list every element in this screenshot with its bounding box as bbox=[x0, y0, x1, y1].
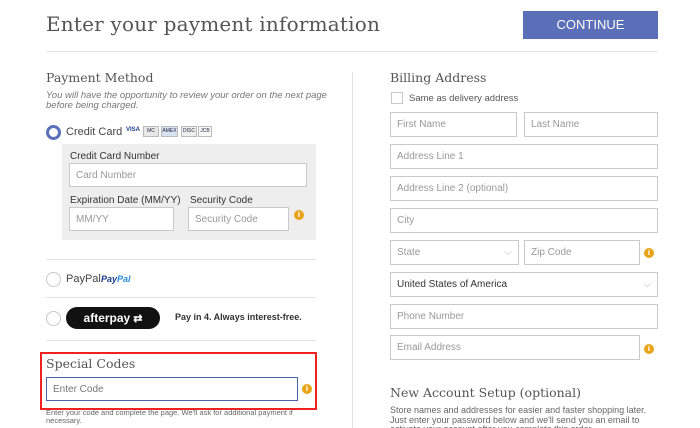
mastercard-icon: MC bbox=[143, 126, 159, 137]
credit-card-radio[interactable] bbox=[46, 125, 61, 140]
afterpay-logo-icon: afterpay ⇄ bbox=[66, 307, 160, 329]
city-input[interactable]: City bbox=[390, 208, 658, 233]
email-input[interactable]: Email Address bbox=[390, 335, 640, 360]
phone-input[interactable]: Phone Number bbox=[390, 304, 658, 329]
billing-address-title: Billing Address bbox=[390, 70, 487, 85]
chevron-down-icon: ⌵ bbox=[504, 247, 512, 258]
new-account-title: New Account Setup (optional) bbox=[390, 385, 581, 400]
zip-info-icon[interactable]: i bbox=[644, 248, 654, 258]
state-select-value: State bbox=[397, 247, 421, 258]
continue-button[interactable]: CONTINUE bbox=[523, 11, 658, 39]
paypal-label: PayPal bbox=[66, 273, 101, 285]
card-number-input[interactable]: Card Number bbox=[69, 163, 307, 187]
zip-code-input[interactable]: Zip Code bbox=[524, 240, 640, 265]
afterpay-arrow-icon: ⇄ bbox=[133, 312, 143, 325]
column-divider bbox=[352, 72, 353, 428]
amex-icon: AMEX bbox=[161, 126, 178, 137]
header-divider bbox=[46, 51, 658, 52]
email-info-icon[interactable]: i bbox=[644, 344, 654, 354]
same-as-delivery-checkbox[interactable] bbox=[391, 92, 403, 104]
divider bbox=[46, 297, 316, 298]
country-select[interactable]: United States of America ⌵ bbox=[390, 272, 658, 297]
paypal-logo-icon: PayPal bbox=[101, 274, 131, 284]
divider bbox=[46, 259, 316, 260]
special-codes-title: Special Codes bbox=[46, 356, 136, 371]
credit-card-label: Credit Card bbox=[66, 126, 123, 138]
security-code-input[interactable]: Security Code bbox=[188, 207, 289, 231]
special-code-info-icon[interactable]: i bbox=[302, 384, 312, 394]
same-as-delivery-label: Same as delivery address bbox=[409, 93, 519, 104]
first-name-input[interactable]: First Name bbox=[390, 112, 517, 137]
special-codes-note: Enter your code and complete the page. W… bbox=[46, 408, 293, 425]
card-number-label: Credit Card Number bbox=[70, 151, 160, 162]
state-select[interactable]: State ⌵ bbox=[390, 240, 519, 265]
last-name-input[interactable]: Last Name bbox=[524, 112, 658, 137]
special-code-input[interactable]: Enter Code bbox=[46, 377, 298, 401]
expiration-input[interactable]: MM/YY bbox=[69, 207, 174, 231]
afterpay-logo-text: afterpay bbox=[83, 311, 131, 325]
security-code-info-icon[interactable]: i bbox=[294, 210, 304, 220]
new-account-note: Store names and addresses for easier and… bbox=[390, 405, 647, 428]
discover-icon: DISC bbox=[181, 126, 197, 137]
afterpay-text: Pay in 4. Always interest-free. bbox=[175, 312, 302, 322]
jcb-icon: JCB bbox=[198, 126, 212, 137]
divider bbox=[46, 340, 316, 341]
page-title: Enter your payment information bbox=[46, 12, 381, 36]
paypal-logo-a: Pay bbox=[101, 274, 118, 284]
visa-icon: VISA bbox=[125, 127, 140, 133]
payment-method-note: You will have the opportunity to review … bbox=[46, 90, 327, 111]
paypal-radio[interactable] bbox=[46, 272, 61, 287]
afterpay-radio[interactable] bbox=[46, 311, 61, 326]
chevron-down-icon: ⌵ bbox=[643, 279, 651, 290]
payment-method-title: Payment Method bbox=[46, 70, 154, 85]
address-line1-input[interactable]: Address Line 1 bbox=[390, 144, 658, 169]
country-select-value: United States of America bbox=[397, 279, 508, 290]
paypal-logo-b: Pal bbox=[117, 274, 131, 284]
security-code-label: Security Code bbox=[190, 195, 253, 206]
address-line2-input[interactable]: Address Line 2 (optional) bbox=[390, 176, 658, 201]
expiration-label: Expiration Date (MM/YY) bbox=[70, 195, 181, 206]
